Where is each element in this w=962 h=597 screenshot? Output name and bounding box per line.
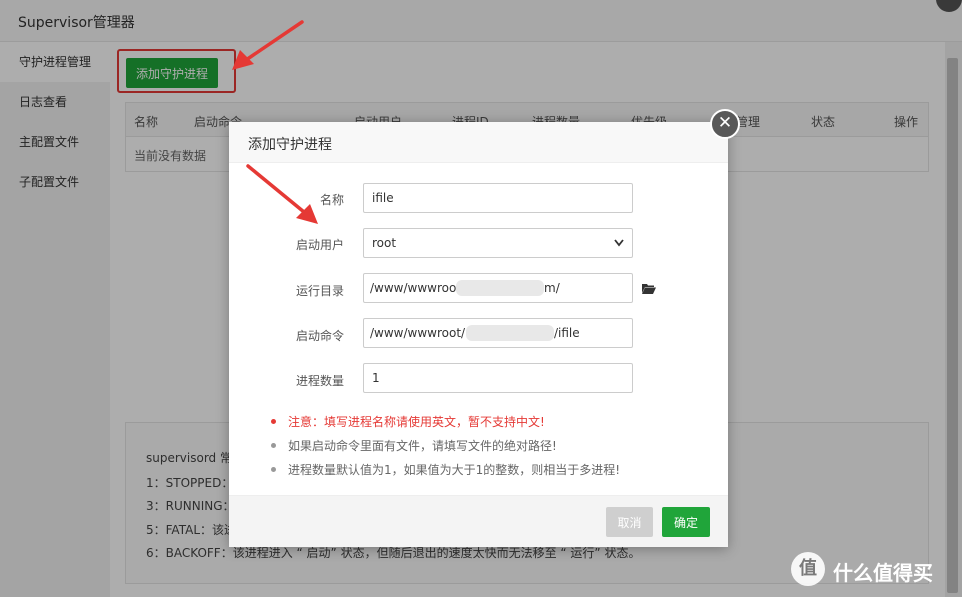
watermark-logo: 值 (791, 552, 825, 586)
site-watermark: 值 什么值得买 (791, 552, 951, 588)
annotation-arrow-to-add-button (232, 20, 304, 70)
annotation-arrow-to-user-field (246, 164, 318, 224)
watermark-text: 什么值得买 (833, 561, 933, 585)
annotation-arrows (232, 20, 318, 224)
